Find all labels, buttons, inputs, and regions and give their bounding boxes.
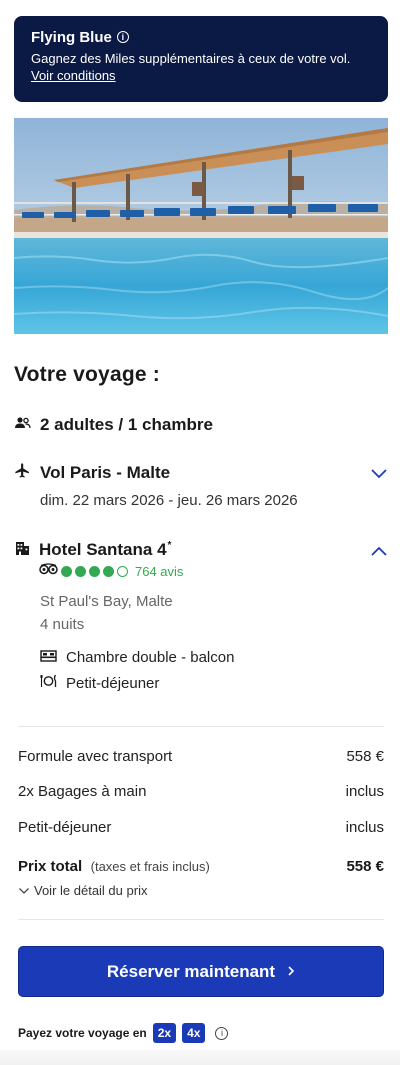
travellers-text: 2 adultes / 1 chambre [40, 415, 213, 434]
hotel-nights: 4 nuits [40, 616, 85, 633]
board-text: Petit-déjeuner [66, 674, 160, 692]
flight-section[interactable]: Vol Paris - Malte dim. 22 mars 2026 - je… [14, 461, 388, 509]
trip-title: Votre voyage : [14, 363, 160, 386]
pool-photo-illustration [14, 118, 388, 334]
room-type-text: Chambre double - balcon [66, 649, 235, 666]
price-label: Formule avec transport [18, 748, 173, 765]
flight-title: Vol Paris - Malte [40, 463, 171, 482]
rating-dot-filled [103, 565, 114, 577]
hotel-name: Hotel Santana 4* [39, 540, 171, 560]
rating-dot-filled [89, 565, 100, 577]
banner-title-row: Flying Blue i [31, 27, 372, 47]
price-row: 2x Bagages à main inclus [18, 783, 384, 800]
book-now-button[interactable]: Réserver maintenant [18, 946, 384, 997]
board-row: Petit-déjeuner [40, 674, 388, 692]
total-label: Prix total [18, 858, 83, 875]
info-icon[interactable]: i [116, 31, 129, 43]
total-value: 558 € [346, 858, 384, 875]
flying-blue-banner: Flying Blue i Gagnez des Miles supplémen… [14, 16, 388, 102]
reviews-count[interactable]: 764 avis [135, 564, 183, 579]
total-sublabel: (taxes et frais inclus) [90, 859, 210, 874]
rating-dot-filled [61, 565, 72, 577]
price-value: inclus [345, 783, 384, 800]
rating-dot-filled [75, 565, 86, 577]
price-label: 2x Bagages à main [18, 783, 147, 800]
airplane-icon [14, 462, 31, 484]
pay-2x-badge[interactable]: 2x [152, 1023, 177, 1043]
price-detail-link[interactable]: Voir le détail du prix [34, 883, 147, 898]
divider [18, 726, 384, 727]
price-row: Petit-déjeuner inclus [18, 819, 384, 836]
cutlery-icon [40, 674, 57, 692]
hotel-location: St Paul's Bay, Malte [40, 593, 173, 610]
total-label-group: Prix total (taxes et frais inclus) [18, 858, 210, 876]
tripadvisor-owl-icon [39, 562, 58, 580]
divider [18, 919, 384, 920]
hotel-name-text: Hotel Santana 4 [39, 540, 167, 559]
hotel-header[interactable]: Hotel Santana 4* [14, 538, 388, 562]
tripadvisor-rating[interactable]: 764 avis [39, 563, 388, 579]
chevron-right-icon [287, 962, 295, 982]
view-conditions-link[interactable]: Voir conditions [31, 67, 116, 84]
chevron-up-icon[interactable] [370, 544, 388, 562]
bed-icon [40, 649, 57, 666]
price-row: Formule avec transport 558 € [18, 748, 384, 765]
people-icon [14, 416, 31, 435]
banner-text: Gagnez des Miles supplémentaires à ceux … [31, 51, 351, 66]
payment-options: Payez votre voyage en 2x 4x i [18, 1023, 229, 1043]
travellers-row: 2 adultes / 1 chambre [14, 415, 213, 435]
price-value: inclus [345, 819, 384, 836]
flight-dates: dim. 22 mars 2026 - jeu. 26 mars 2026 [40, 492, 298, 509]
chevron-down-icon[interactable] [370, 467, 388, 485]
price-label: Petit-déjeuner [18, 819, 112, 836]
chevron-down-icon [18, 883, 30, 898]
payment-label: Payez votre voyage en [18, 1026, 147, 1040]
hotel-section: Hotel Santana 4* 764 avis St Paul's Bay,… [14, 538, 388, 692]
pay-4x-badge[interactable]: 4x [182, 1023, 206, 1043]
hotel-star-mark: * [167, 540, 172, 551]
trip-summary-page: Flying Blue i Gagnez des Miles supplémen… [0, 0, 400, 1065]
info-icon[interactable]: i [215, 1026, 229, 1040]
bottom-bar [0, 1050, 400, 1065]
flight-header[interactable]: Vol Paris - Malte [14, 461, 388, 485]
building-icon [14, 540, 30, 561]
price-value: 558 € [346, 748, 384, 765]
price-detail-toggle[interactable]: Voir le détail du prix [18, 883, 147, 898]
rating-dot-empty [117, 565, 128, 577]
hotel-photo [14, 118, 388, 334]
banner-title: Flying Blue [31, 28, 112, 46]
room-type-row: Chambre double - balcon [40, 649, 388, 666]
book-now-label: Réserver maintenant [106, 961, 276, 981]
total-price-row: Prix total (taxes et frais inclus) 558 € [18, 858, 384, 876]
